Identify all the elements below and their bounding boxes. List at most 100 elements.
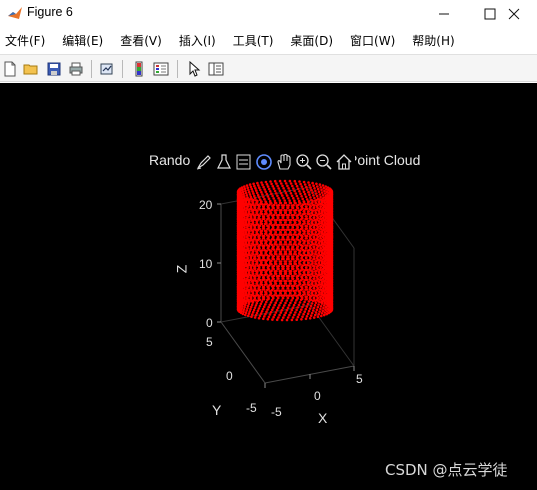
point — [306, 281, 310, 284]
menu-edit[interactable]: 编辑(E) — [62, 32, 103, 49]
property-inspector-button[interactable] — [206, 59, 226, 79]
new-figure-icon — [4, 61, 16, 77]
point — [243, 216, 246, 220]
point — [258, 314, 262, 318]
link-plot-icon — [100, 63, 113, 75]
point — [280, 223, 284, 227]
insert-colorbar-button[interactable] — [129, 59, 149, 79]
point — [320, 201, 324, 204]
point-cloud-axes[interactable] — [0, 83, 537, 490]
point — [252, 214, 256, 217]
point — [320, 220, 324, 223]
point — [306, 249, 309, 252]
point — [267, 268, 271, 271]
point — [288, 240, 292, 244]
point — [323, 240, 326, 244]
point — [254, 299, 258, 302]
point — [281, 255, 284, 258]
open-file-button[interactable] — [21, 59, 41, 79]
point — [257, 225, 261, 228]
minimize-button[interactable] — [421, 0, 467, 27]
point — [242, 292, 245, 296]
point — [272, 306, 275, 309]
point — [314, 199, 317, 202]
point — [300, 195, 303, 198]
point — [323, 292, 327, 295]
point — [280, 252, 283, 256]
point — [243, 246, 246, 249]
point — [244, 219, 247, 222]
point — [297, 248, 300, 251]
point — [253, 265, 256, 268]
point — [281, 184, 284, 188]
point — [286, 216, 290, 219]
point — [270, 224, 274, 227]
menu-window[interactable]: 窗口(W) — [350, 32, 395, 49]
point — [263, 315, 266, 318]
point — [281, 287, 285, 290]
edit-plot-button[interactable] — [184, 59, 204, 79]
point — [322, 306, 325, 310]
point — [287, 304, 291, 307]
point — [246, 196, 249, 199]
point — [262, 217, 266, 220]
point — [302, 312, 305, 316]
point — [277, 267, 280, 271]
close-button[interactable] — [491, 0, 537, 27]
point — [295, 194, 299, 198]
point — [243, 258, 247, 261]
save-button[interactable] — [44, 59, 64, 79]
point — [323, 301, 327, 305]
insert-legend-button[interactable] — [151, 59, 171, 79]
point — [319, 266, 322, 269]
menu-help[interactable]: 帮助(H) — [412, 32, 454, 49]
point — [259, 302, 263, 306]
point — [320, 198, 323, 201]
point — [289, 311, 292, 314]
point — [243, 187, 247, 190]
point — [245, 252, 248, 256]
point — [302, 251, 306, 254]
point — [275, 182, 278, 185]
menu-desktop[interactable]: 桌面(D) — [290, 32, 333, 49]
point — [270, 192, 273, 195]
insert-legend-icon — [153, 62, 169, 76]
print-button[interactable] — [66, 59, 86, 79]
menu-file[interactable]: 文件(F) — [5, 32, 45, 49]
point — [285, 299, 289, 302]
figure-canvas[interactable]: Rando Point Cloud 20 10 0 5 0 -5 -5 0 5 … — [0, 83, 537, 490]
point — [283, 304, 286, 307]
point — [274, 192, 278, 195]
link-plot-button[interactable] — [97, 59, 117, 79]
point — [315, 243, 318, 247]
point — [249, 205, 252, 208]
point — [295, 255, 299, 259]
menu-insert[interactable]: 插入(I) — [179, 32, 216, 49]
point — [264, 280, 267, 284]
point — [305, 185, 308, 189]
point — [302, 261, 306, 264]
point — [246, 307, 249, 310]
point — [294, 292, 297, 295]
point — [261, 193, 264, 196]
new-figure-button[interactable] — [0, 59, 20, 79]
point — [267, 197, 271, 200]
menu-view[interactable]: 查看(V) — [120, 32, 162, 49]
point — [317, 270, 321, 274]
axis-line — [309, 304, 355, 367]
point — [321, 242, 324, 246]
menu-tools[interactable]: 工具(T) — [233, 32, 274, 49]
point — [252, 275, 256, 278]
point — [288, 199, 291, 202]
point — [284, 301, 287, 305]
point — [250, 299, 254, 303]
point — [296, 245, 299, 249]
point — [244, 270, 247, 273]
point — [245, 245, 249, 248]
point — [297, 289, 301, 293]
point — [277, 316, 280, 319]
point — [309, 288, 313, 292]
point — [267, 187, 271, 191]
point — [285, 243, 288, 246]
point — [303, 253, 307, 257]
